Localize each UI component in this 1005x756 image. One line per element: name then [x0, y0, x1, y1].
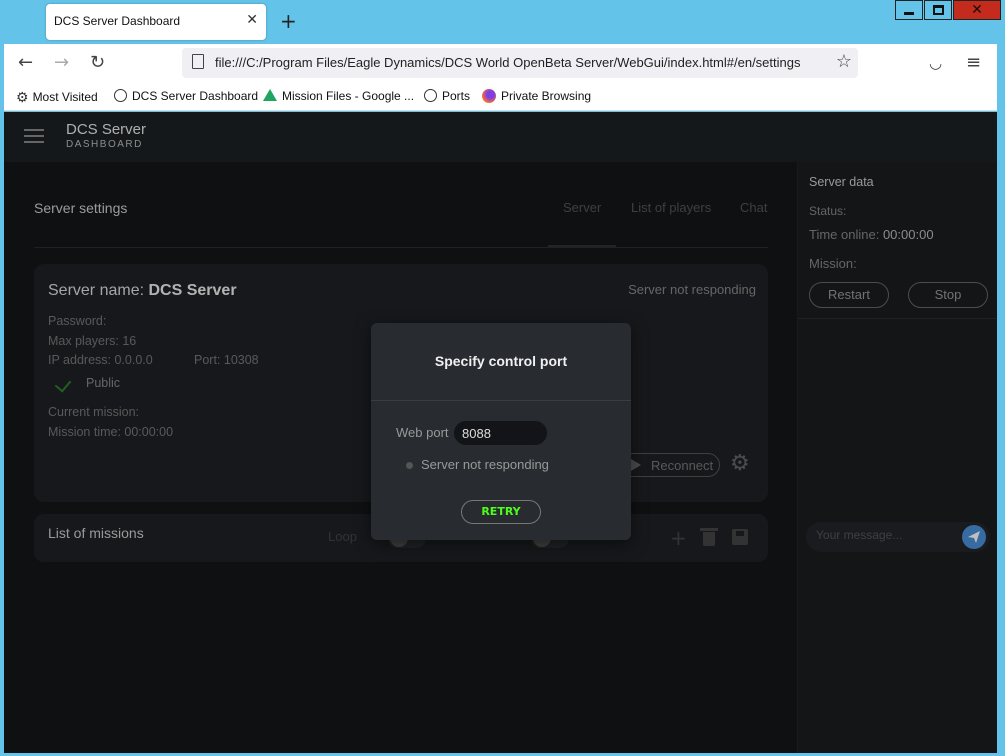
minimize-button[interactable]: [895, 0, 923, 20]
bookmark-star-icon[interactable]: ☆: [836, 51, 852, 72]
google-drive-icon: [263, 89, 277, 101]
pocket-icon[interactable]: ◡: [929, 54, 942, 72]
tab-close-icon[interactable]: ✕: [246, 12, 258, 28]
minimize-icon: [904, 12, 914, 15]
browser-titlebar: DCS Server Dashboard ✕ + ✕: [0, 0, 1005, 44]
control-port-modal: Specify control port Web port Server not…: [371, 323, 631, 540]
bookmark-mission-files[interactable]: Mission Files - Google ...: [263, 89, 414, 103]
window-close-button[interactable]: ✕: [953, 0, 1001, 20]
globe-icon: [114, 89, 127, 102]
modal-divider: [371, 400, 631, 401]
reload-icon[interactable]: ↻: [90, 52, 105, 73]
modal-title: Specify control port: [434, 353, 568, 369]
status-dot-icon: [406, 462, 413, 469]
retry-button[interactable]: RETRY: [461, 500, 541, 524]
back-icon[interactable]: ←: [18, 52, 33, 73]
web-port-input[interactable]: [454, 421, 547, 445]
globe-icon: [424, 89, 437, 102]
modal-status: Server not responding: [421, 457, 549, 472]
firefox-icon: [482, 89, 496, 103]
browser-tab[interactable]: DCS Server Dashboard ✕: [46, 4, 266, 40]
url-text[interactable]: file:///C:/Program Files/Eagle Dynamics/…: [215, 55, 825, 70]
bookmarks-bar: ⚙ Most Visited DCS Server Dashboard Missi…: [4, 84, 997, 111]
tab-title: DCS Server Dashboard: [54, 14, 181, 28]
new-tab-icon[interactable]: +: [280, 10, 297, 32]
page-icon: [192, 54, 204, 69]
bookmark-ports[interactable]: Ports: [424, 89, 470, 103]
close-icon: ✕: [971, 2, 983, 18]
maximize-icon: [933, 5, 944, 15]
bookmark-dcs-dashboard[interactable]: DCS Server Dashboard: [114, 89, 258, 103]
gear-icon: ⚙: [16, 89, 29, 105]
bookmark-private-browsing[interactable]: Private Browsing: [482, 89, 591, 103]
maximize-button[interactable]: [924, 0, 952, 20]
url-bar[interactable]: file:///C:/Program Files/Eagle Dynamics/…: [182, 48, 858, 78]
browser-navbar: ← → ↻ file:///C:/Program Files/Eagle Dyn…: [4, 44, 997, 84]
bookmark-most-visited[interactable]: ⚙ Most Visited: [16, 89, 98, 106]
web-port-label: Web port: [396, 425, 449, 440]
forward-icon[interactable]: →: [54, 52, 69, 73]
menu-icon[interactable]: ≡: [966, 52, 981, 73]
dcs-app: DCS Server DASHBOARD Server settings Ser…: [4, 112, 997, 753]
window-controls: ✕: [894, 0, 1001, 20]
